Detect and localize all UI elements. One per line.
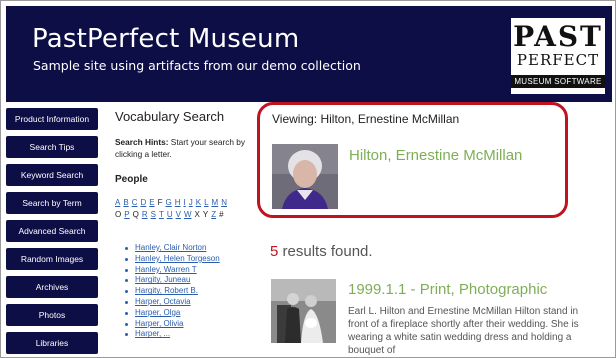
nav-random-images[interactable]: Random Images bbox=[6, 248, 98, 270]
name-list-item[interactable]: Hargity, Robert B. bbox=[115, 286, 251, 297]
name-link[interactable]: Hanley, Warren T bbox=[135, 265, 197, 274]
search-hints: Search Hints: Start your search by click… bbox=[115, 136, 251, 160]
people-heading: People bbox=[115, 174, 148, 185]
logo-text-perfect: PERFECT bbox=[516, 51, 600, 69]
name-link[interactable]: Hargity, Robert B. bbox=[135, 286, 198, 295]
result-thumbnail[interactable] bbox=[271, 279, 336, 343]
name-list: Hanley, Clair Norton Hanley, Helen Torges… bbox=[115, 243, 251, 340]
bullet-icon bbox=[125, 268, 128, 272]
name-list-item[interactable]: Harper, ... bbox=[115, 329, 251, 340]
vocabulary-search-title: Vocabulary Search bbox=[115, 109, 225, 124]
sidebar-nav: Product Information Search Tips Keyword … bbox=[6, 108, 98, 357]
viewing-label: Viewing: Hilton, Ernestine McMillan bbox=[272, 112, 460, 126]
bullet-icon bbox=[125, 300, 128, 304]
letter-link-f: F bbox=[157, 198, 163, 207]
letter-link-g[interactable]: G bbox=[165, 198, 171, 207]
letter-link-j[interactable]: J bbox=[189, 198, 193, 207]
letter-link-d[interactable]: D bbox=[140, 198, 146, 207]
viewing-highlight-box: Viewing: Hilton, Ernestine McMillan Hilt… bbox=[257, 102, 568, 218]
name-link[interactable]: Harper, Olga bbox=[135, 308, 180, 317]
letter-link-a[interactable]: A bbox=[115, 198, 120, 207]
pastperfect-logo[interactable]: PAST PERFECT MUSEUM SOFTWARE bbox=[509, 16, 607, 96]
site-subtitle: Sample site using artifacts from our dem… bbox=[33, 58, 361, 73]
letter-link-e[interactable]: E bbox=[149, 198, 154, 207]
letter-link-x: X bbox=[194, 210, 200, 219]
letter-link-l[interactable]: L bbox=[204, 198, 208, 207]
nav-libraries[interactable]: Libraries bbox=[6, 332, 98, 354]
letter-link-b[interactable]: B bbox=[123, 198, 128, 207]
name-list-item[interactable]: Harper, Octavia bbox=[115, 297, 251, 308]
name-list-item[interactable]: Harper, Olivia bbox=[115, 319, 251, 330]
portrait-image bbox=[272, 144, 338, 209]
letter-link-i[interactable]: I bbox=[184, 198, 186, 207]
nav-photos[interactable]: Photos bbox=[6, 304, 98, 326]
name-link[interactable]: Hargity, Juneau bbox=[135, 275, 190, 284]
bullet-icon bbox=[125, 333, 128, 337]
results-count: 5 results found. bbox=[270, 243, 373, 260]
site-header: PastPerfect Museum Sample site using art… bbox=[6, 6, 612, 102]
letter-index: A B C D E F G H I J K L M N O P Q R S T U V W X Y Z # bbox=[115, 197, 247, 221]
page-frame: PastPerfect Museum Sample site using art… bbox=[0, 0, 616, 358]
site-title[interactable]: PastPerfect Museum bbox=[32, 24, 299, 54]
letter-link-s[interactable]: S bbox=[151, 210, 156, 219]
letter-link-o: O bbox=[115, 210, 122, 219]
letter-link-c[interactable]: C bbox=[132, 198, 138, 207]
letter-link-n[interactable]: N bbox=[221, 198, 227, 207]
bullet-icon bbox=[125, 279, 128, 283]
bullet-icon bbox=[125, 322, 128, 326]
logo-text-past: PAST bbox=[513, 20, 603, 53]
wedding-photo-image bbox=[271, 279, 336, 343]
name-link[interactable]: Hanley, Helen Torgeson bbox=[135, 254, 220, 263]
name-link[interactable]: Harper, Olivia bbox=[135, 319, 183, 328]
letter-link-p[interactable]: P bbox=[124, 210, 129, 219]
letter-link-h[interactable]: H bbox=[175, 198, 181, 207]
letter-link-t[interactable]: T bbox=[159, 210, 164, 219]
name-list-item[interactable]: Harper, Olga bbox=[115, 308, 251, 319]
name-list-item[interactable]: Hanley, Warren T bbox=[115, 265, 251, 276]
result-title-link[interactable]: 1999.1.1 - Print, Photographic bbox=[348, 281, 547, 298]
logo-text-software: MUSEUM SOFTWARE bbox=[511, 75, 605, 88]
name-list-item[interactable]: Hanley, Helen Torgeson bbox=[115, 254, 251, 265]
bullet-icon bbox=[125, 247, 128, 250]
letter-link-w[interactable]: W bbox=[184, 210, 192, 219]
letter-link-v[interactable]: V bbox=[176, 210, 181, 219]
name-link[interactable]: Harper, Octavia bbox=[135, 297, 191, 306]
bullet-icon bbox=[125, 311, 128, 315]
search-hints-label: Search Hints: bbox=[115, 137, 169, 147]
bullet-icon bbox=[125, 257, 128, 261]
viewing-name-link[interactable]: Hilton, Ernestine McMillan bbox=[349, 147, 522, 164]
bullet-icon bbox=[125, 290, 128, 294]
letter-link-number: # bbox=[219, 210, 224, 219]
letter-link-z[interactable]: Z bbox=[211, 210, 216, 219]
letter-link-u[interactable]: U bbox=[167, 210, 173, 219]
name-link[interactable]: Harper, ... bbox=[135, 329, 170, 338]
name-list-item[interactable]: Hanley, Clair Norton bbox=[115, 243, 251, 254]
letter-link-m[interactable]: M bbox=[212, 198, 219, 207]
result-description: Earl L. Hilton and Ernestine McMillan Hi… bbox=[348, 306, 579, 356]
nav-advanced-search[interactable]: Advanced Search bbox=[6, 220, 98, 242]
letter-link-r[interactable]: R bbox=[142, 210, 148, 219]
results-count-text: results found. bbox=[278, 243, 373, 260]
letter-link-q: Q bbox=[132, 210, 139, 219]
nav-search-by-term[interactable]: Search by Term bbox=[6, 192, 98, 214]
nav-product-information[interactable]: Product Information bbox=[6, 108, 98, 130]
name-link[interactable]: Hanley, Clair Norton bbox=[135, 243, 206, 252]
vocabulary-search-panel: Vocabulary Search Search Hints: Start yo… bbox=[115, 109, 251, 340]
nav-keyword-search[interactable]: Keyword Search bbox=[6, 164, 98, 186]
letter-link-k[interactable]: K bbox=[196, 198, 201, 207]
name-list-item[interactable]: Hargity, Juneau bbox=[115, 275, 251, 286]
nav-archives[interactable]: Archives bbox=[6, 276, 98, 298]
portrait-photo[interactable] bbox=[272, 144, 338, 209]
letter-link-y: Y bbox=[202, 210, 209, 219]
nav-search-tips[interactable]: Search Tips bbox=[6, 136, 98, 158]
